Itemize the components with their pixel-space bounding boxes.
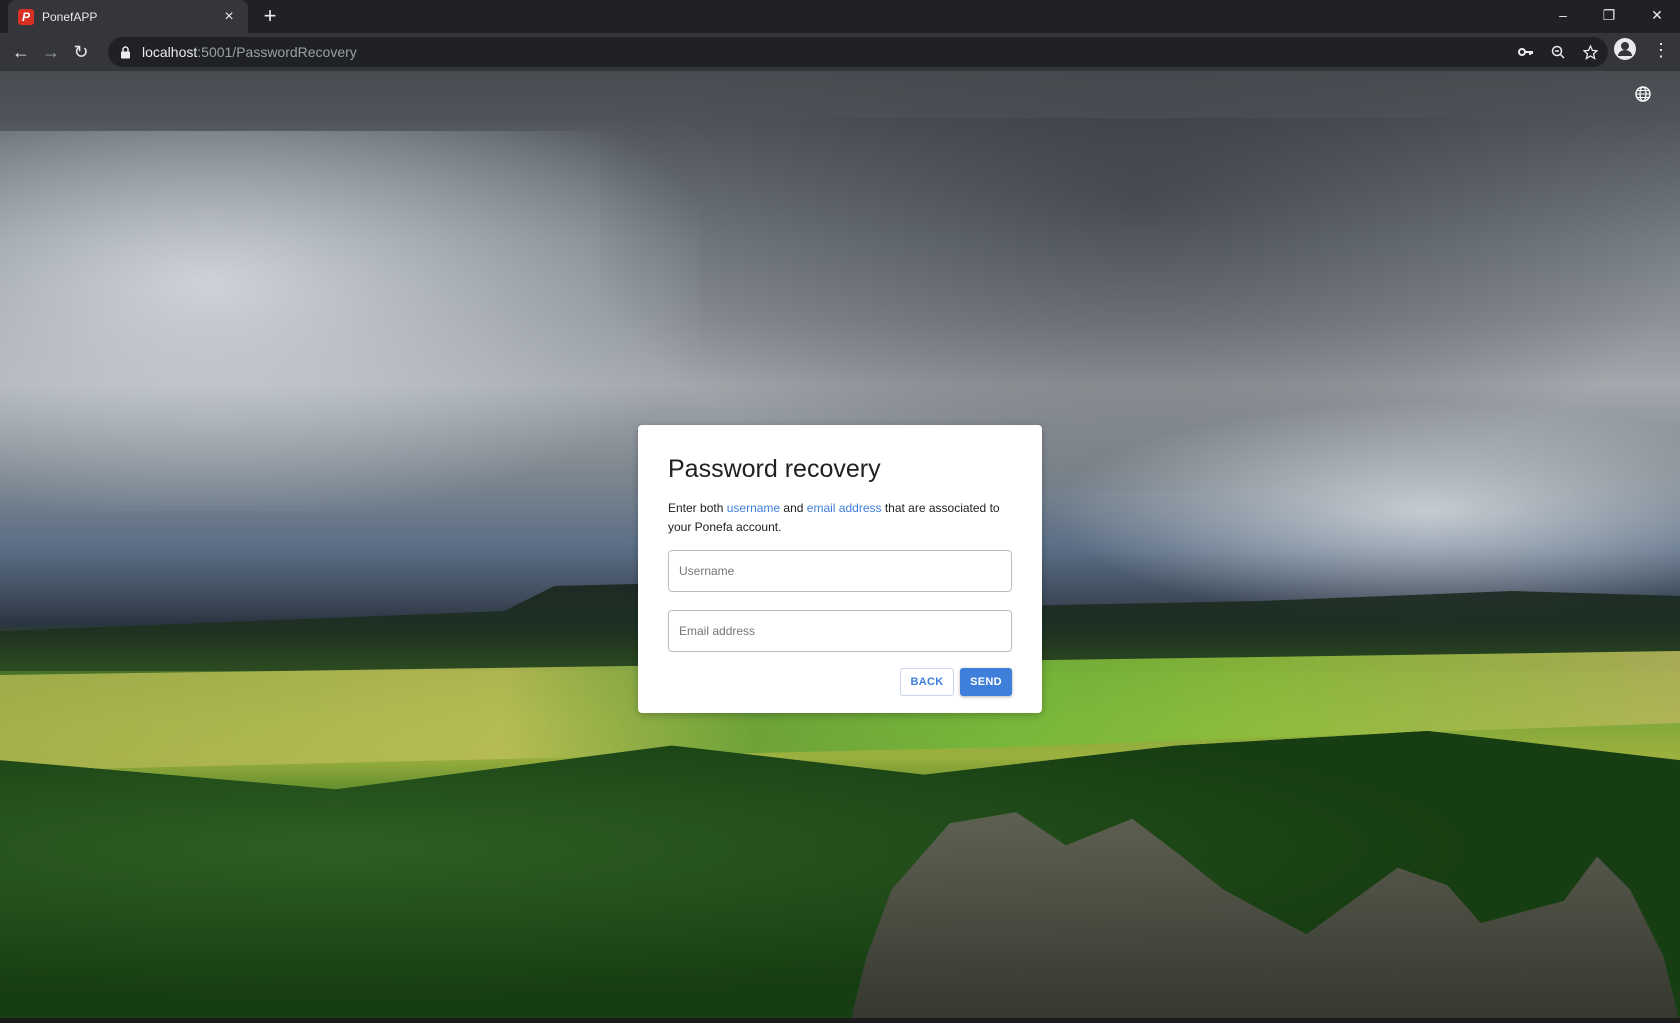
password-recovery-card: Password recovery Enter both username an…	[638, 425, 1042, 713]
restore-icon[interactable]: ❐	[1586, 0, 1632, 30]
zoom-icon[interactable]	[1548, 42, 1568, 62]
username-field[interactable]	[668, 550, 1012, 592]
star-icon[interactable]	[1580, 42, 1600, 62]
browser-menu-icon[interactable]: ⋮	[1652, 39, 1670, 61]
lock-icon	[120, 45, 132, 59]
key-icon[interactable]	[1516, 42, 1536, 62]
new-tab-icon[interactable]: +	[258, 4, 282, 28]
email-highlight: email address	[806, 501, 882, 515]
url-path: :5001/PasswordRecovery	[197, 44, 357, 60]
app-topbar	[0, 71, 1680, 118]
address-bar[interactable]: localhost:5001/PasswordRecovery	[108, 37, 1608, 67]
browser-tab[interactable]: P PonefAPP ×	[8, 0, 248, 33]
back-button[interactable]: BACK	[900, 668, 954, 696]
globe-icon[interactable]	[1634, 85, 1652, 103]
back-icon[interactable]: ←	[6, 37, 36, 67]
browser-toolbar: ← → ↻ localhost:5001/PasswordRecovery ⋮	[0, 33, 1680, 71]
tab-strip: P PonefAPP × + – ❐ ✕	[0, 0, 1680, 33]
card-actions: BACK SEND	[900, 668, 1012, 696]
tab-close-icon[interactable]: ×	[220, 8, 238, 26]
username-input[interactable]	[679, 564, 1001, 578]
page-title: Password recovery	[668, 455, 881, 483]
username-highlight: username	[726, 501, 781, 515]
card-description: Enter both username and email address th…	[668, 501, 1000, 534]
tab-title: PonefAPP	[42, 9, 98, 24]
forward-icon[interactable]: →	[36, 37, 66, 67]
email-field[interactable]	[668, 610, 1012, 652]
send-button[interactable]: SEND	[960, 668, 1012, 696]
app-favicon-icon: P	[18, 8, 34, 25]
page-background: Password recovery Enter both username an…	[0, 71, 1680, 1023]
window-close-icon[interactable]: ✕	[1634, 0, 1680, 30]
minimize-icon[interactable]: –	[1540, 0, 1586, 30]
reload-icon[interactable]: ↻	[66, 37, 96, 67]
url-host: localhost	[142, 44, 198, 60]
profile-avatar-icon[interactable]	[1614, 38, 1636, 60]
email-input[interactable]	[679, 624, 1001, 638]
